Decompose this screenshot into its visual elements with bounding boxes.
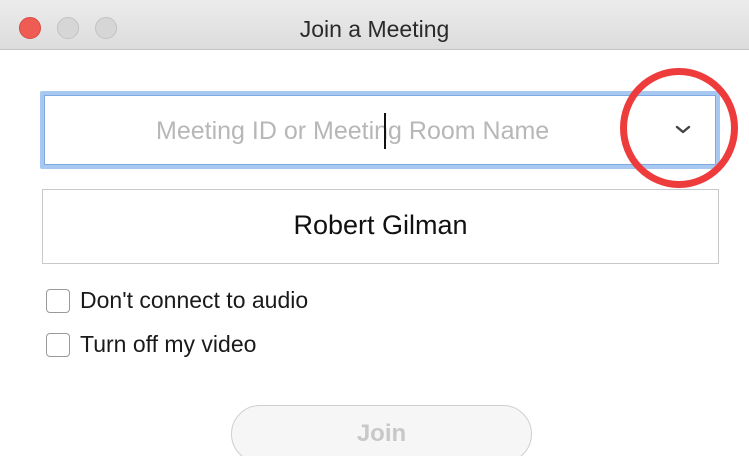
text-caret	[384, 113, 386, 149]
display-name-value: Robert Gilman	[293, 210, 468, 240]
window-title: Join a Meeting	[299, 16, 450, 42]
no-audio-checkbox[interactable]	[46, 289, 70, 313]
title-bar: Join a Meeting	[0, 0, 749, 50]
join-button-label: Join	[356, 420, 407, 447]
join-meeting-window: Join a Meeting Meeting ID or Meeting Roo…	[0, 0, 749, 456]
no-audio-label[interactable]: Don't connect to audio	[80, 287, 308, 314]
video-off-checkbox[interactable]	[46, 333, 70, 357]
display-name-input[interactable]: Robert Gilman	[42, 189, 719, 264]
join-button[interactable]: Join	[231, 405, 532, 456]
annotation-circle	[620, 68, 738, 188]
meeting-id-placeholder: Meeting ID or Meeting Room Name	[156, 117, 550, 145]
video-off-label[interactable]: Turn off my video	[80, 331, 256, 358]
meeting-id-input[interactable]: Meeting ID or Meeting Room Name	[40, 91, 720, 169]
